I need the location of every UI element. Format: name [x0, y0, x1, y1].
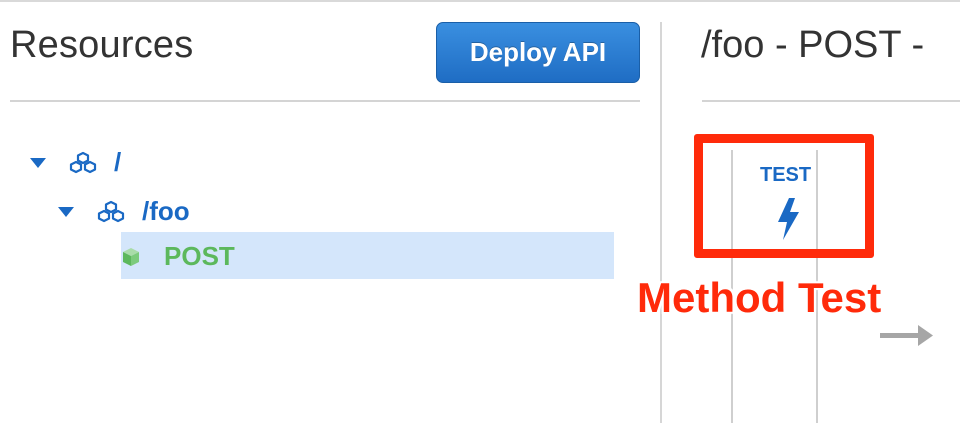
top-rule	[0, 0, 960, 2]
resource-cubes-icon	[96, 200, 126, 224]
method-title: /foo - POST -	[701, 24, 925, 66]
caret-down-icon[interactable]	[58, 206, 74, 217]
tree-item-foo[interactable]: /foo	[58, 196, 190, 227]
arrow-right-icon	[880, 322, 934, 355]
panel-title: Resources	[10, 24, 194, 66]
method-cube-icon	[120, 246, 142, 268]
deploy-api-button[interactable]: Deploy API	[436, 22, 640, 83]
tree-item-label[interactable]: /	[114, 147, 121, 178]
tree-item-root[interactable]: /	[30, 147, 121, 178]
tree-item-label[interactable]: /foo	[142, 196, 190, 227]
caret-down-icon[interactable]	[30, 157, 46, 168]
resource-cubes-icon	[68, 151, 98, 175]
divider	[702, 100, 960, 102]
tree-item-label[interactable]: POST	[164, 241, 235, 272]
annotation-method-test: Method Test	[637, 274, 882, 321]
divider	[10, 100, 640, 102]
test-highlight-box	[694, 134, 874, 258]
tree-item-post[interactable]: POST	[120, 241, 235, 272]
panel-divider	[660, 22, 662, 423]
